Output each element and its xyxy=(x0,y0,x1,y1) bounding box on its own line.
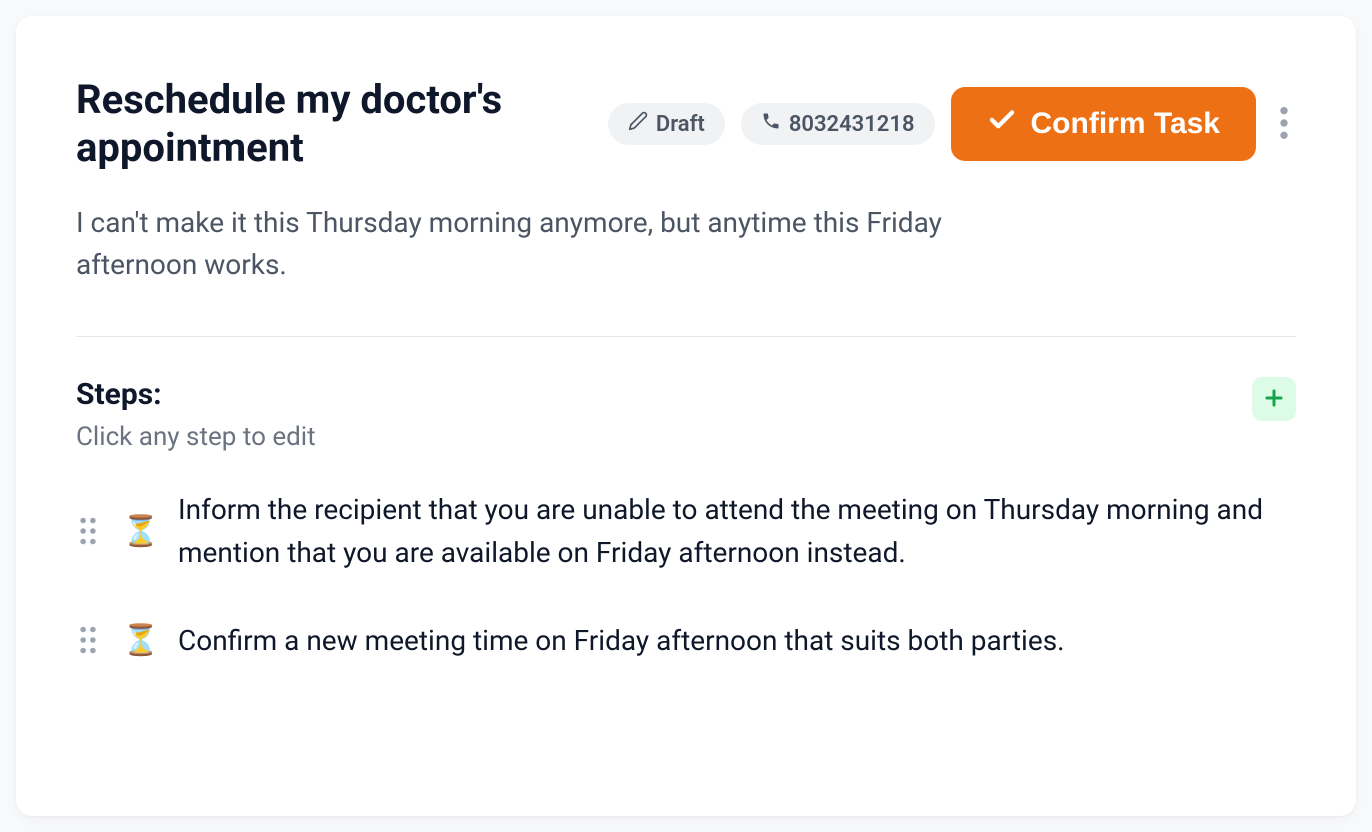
steps-list: ⏳ Inform the recipient that you are unab… xyxy=(76,488,1296,662)
confirm-task-label: Confirm Task xyxy=(1031,107,1220,141)
task-description: I can't make it this Thursday morning an… xyxy=(76,202,956,286)
phone-badge-label: 8032431218 xyxy=(789,112,915,137)
drag-handle-icon[interactable] xyxy=(76,517,100,545)
steps-heading-group: Steps: Click any step to edit xyxy=(76,377,316,452)
header-actions: Draft 8032431218 Confirm Task xyxy=(608,87,1296,161)
steps-header: Steps: Click any step to edit xyxy=(76,377,1296,452)
task-card: Reschedule my doctor's appointment Draft… xyxy=(16,16,1356,816)
steps-section: Steps: Click any step to edit xyxy=(76,377,1296,662)
more-options-button[interactable] xyxy=(1272,99,1296,150)
task-header: Reschedule my doctor's appointment Draft… xyxy=(76,76,1296,172)
drag-handle-icon[interactable] xyxy=(76,626,100,654)
check-icon xyxy=(987,105,1017,143)
confirm-task-button[interactable]: Confirm Task xyxy=(951,87,1256,161)
step-row[interactable]: ⏳ Confirm a new meeting time on Friday a… xyxy=(76,619,1296,662)
add-step-button[interactable] xyxy=(1252,377,1296,421)
hourglass-icon: ⏳ xyxy=(122,514,156,549)
step-text: Inform the recipient that you are unable… xyxy=(178,488,1296,575)
plus-icon xyxy=(1262,386,1286,413)
more-vertical-icon xyxy=(1280,107,1288,142)
phone-badge: 8032431218 xyxy=(741,103,935,145)
draft-badge: Draft xyxy=(608,103,725,145)
section-divider xyxy=(76,336,1296,337)
draft-badge-label: Draft xyxy=(656,112,705,137)
phone-icon xyxy=(761,111,781,137)
step-row[interactable]: ⏳ Inform the recipient that you are unab… xyxy=(76,488,1296,575)
step-text: Confirm a new meeting time on Friday aft… xyxy=(178,619,1065,662)
task-title: Reschedule my doctor's appointment xyxy=(76,76,576,172)
hourglass-icon: ⏳ xyxy=(122,623,156,658)
pencil-icon xyxy=(628,111,648,137)
steps-hint: Click any step to edit xyxy=(76,422,316,452)
steps-heading: Steps: xyxy=(76,377,316,412)
